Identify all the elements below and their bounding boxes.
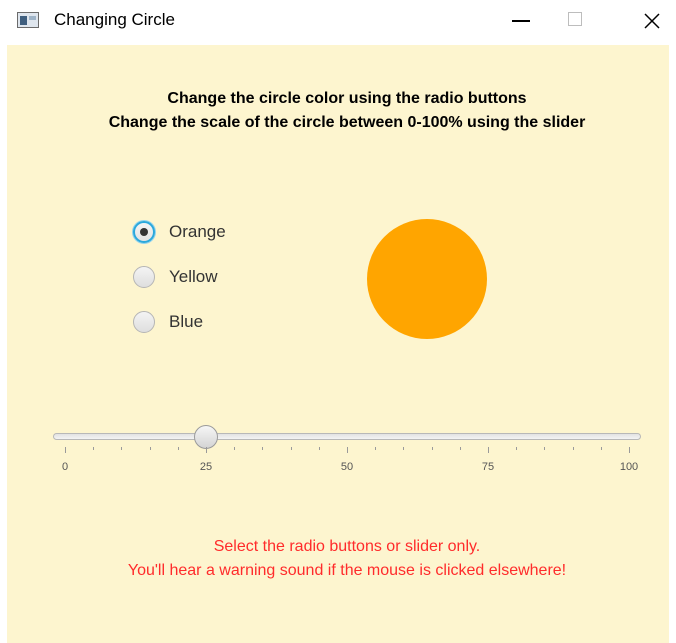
warning-line-1: Select the radio buttons or slider only. xyxy=(213,538,481,555)
instructions-text: Change the circle color using the radio … xyxy=(7,87,676,135)
slider-minor-tick xyxy=(177,447,179,450)
slider-minor-tick xyxy=(234,447,236,450)
warning-line-2: You'll hear a warning sound if the mouse… xyxy=(127,562,567,579)
slider-minor-tick xyxy=(403,447,405,450)
slider-minor-tick xyxy=(93,447,95,450)
radio-label-yellow: Yellow xyxy=(169,267,218,286)
radio-indicator-icon xyxy=(133,311,155,333)
window-title: Changing Circle xyxy=(54,10,175,29)
title-bar[interactable]: Changing Circle xyxy=(0,0,676,44)
minimize-button[interactable] xyxy=(497,0,543,40)
slider-major-tick xyxy=(629,447,630,453)
slider-tick-label: 25 xyxy=(199,461,213,473)
slider-minor-tick xyxy=(600,447,602,450)
slider-minor-tick xyxy=(121,447,123,450)
close-icon xyxy=(644,13,660,29)
radio-label-orange: Orange xyxy=(169,222,226,241)
app-window: Changing Circle Change the circle color … xyxy=(0,0,676,643)
slider-minor-tick xyxy=(544,447,546,450)
slider-minor-tick xyxy=(516,447,518,450)
radio-indicator-icon xyxy=(133,266,155,288)
radio-indicator-icon xyxy=(133,221,155,243)
maximize-button[interactable] xyxy=(553,0,599,40)
slider-major-tick xyxy=(488,447,489,453)
slider-tick-label: 75 xyxy=(481,461,495,473)
instruction-line-scale: Change the scale of the circle between 0… xyxy=(108,114,586,131)
slider-thumb[interactable] xyxy=(194,425,218,449)
slider-minor-tick xyxy=(318,447,320,450)
close-button[interactable] xyxy=(630,0,676,40)
slider-major-tick xyxy=(206,447,207,453)
instruction-line-color: Change the circle color using the radio … xyxy=(167,90,527,107)
slider-tick-label: 100 xyxy=(619,461,639,473)
slider-minor-tick xyxy=(290,447,292,450)
slider-minor-tick xyxy=(149,447,151,450)
slider-tick-label: 50 xyxy=(340,461,354,473)
warning-text: Select the radio buttons or slider only.… xyxy=(7,535,676,583)
slider-minor-tick xyxy=(431,447,433,450)
slider-tick-label: 0 xyxy=(61,461,69,473)
radio-label-blue: Blue xyxy=(169,312,204,331)
slider-minor-tick xyxy=(375,447,377,450)
slider-minor-tick xyxy=(262,447,264,450)
app-window-icon xyxy=(17,12,39,28)
scale-slider[interactable]: 0 25 50 75 100 xyxy=(53,425,643,475)
slider-minor-tick xyxy=(572,447,574,450)
slider-track[interactable] xyxy=(53,433,641,440)
colored-circle xyxy=(367,219,487,339)
slider-minor-tick xyxy=(459,447,461,450)
main-pane[interactable]: Change the circle color using the radio … xyxy=(7,45,669,643)
slider-major-tick xyxy=(65,447,66,453)
slider-major-tick xyxy=(347,447,348,453)
